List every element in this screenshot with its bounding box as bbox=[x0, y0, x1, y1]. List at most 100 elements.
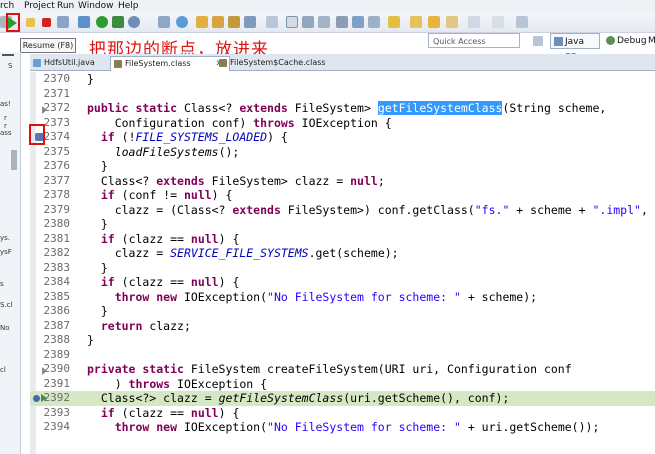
show-source-icon[interactable] bbox=[336, 16, 348, 28]
menu-bar: rch Project Run Window Help bbox=[0, 0, 655, 13]
code-line: 2372 public static Class<? extends FileSy… bbox=[43, 101, 607, 115]
open-folder-icon[interactable] bbox=[212, 16, 224, 28]
code-line: 2387 return clazz; bbox=[43, 318, 191, 333]
class-file-icon bbox=[219, 59, 227, 67]
prev-annotation-icon[interactable] bbox=[410, 16, 422, 28]
code-text: Class<? extends FileSystem> clazz = null… bbox=[87, 173, 385, 188]
menu-run[interactable]: Run bbox=[57, 0, 74, 13]
debug-toolbar bbox=[0, 13, 655, 33]
toggle-breadcrumb-icon[interactable] bbox=[286, 16, 298, 28]
menu-search[interactable]: rch bbox=[0, 0, 14, 13]
fold-marker-icon[interactable] bbox=[42, 367, 47, 375]
web-browser-icon[interactable] bbox=[176, 16, 188, 28]
menu-help[interactable]: Help bbox=[118, 0, 139, 13]
disconnect-icon[interactable] bbox=[57, 16, 69, 28]
open-perspective-icon bbox=[533, 35, 543, 46]
perspective-java-ee[interactable]: Java EE bbox=[550, 33, 600, 63]
pin-editor-icon[interactable] bbox=[368, 16, 380, 28]
search-icon[interactable] bbox=[244, 16, 256, 28]
code-editor[interactable]: 2370} 2371 2372 public static Class<? ext… bbox=[30, 72, 655, 454]
code-text: if (clazz == null) { bbox=[100, 405, 240, 420]
code-line: 2371 bbox=[43, 86, 71, 100]
code-line: 2380 } bbox=[43, 217, 108, 231]
terminate-icon[interactable] bbox=[42, 18, 51, 27]
code-line: 2394 throw new IOException("No FileSyste… bbox=[43, 420, 600, 434]
left-fragment: No bbox=[0, 324, 10, 332]
scrollbar-thumb[interactable] bbox=[11, 150, 17, 170]
forward-dropdown-icon[interactable] bbox=[492, 16, 504, 28]
code-text: if (conf != null) { bbox=[100, 188, 233, 202]
left-fragment: ass bbox=[0, 129, 12, 137]
suspend-icon[interactable] bbox=[26, 18, 35, 27]
tab-filesystem-class[interactable]: FileSystem.class ✕ bbox=[110, 56, 230, 71]
code-line: 2377 Class<? extends FileSystem> clazz =… bbox=[43, 173, 385, 188]
perspective-more[interactable]: M bbox=[648, 33, 655, 49]
code-text: public static Class<? extends FileSystem… bbox=[87, 101, 607, 115]
fold-marker-icon[interactable] bbox=[42, 106, 47, 114]
code-line: 2393 if (clazz == null) { bbox=[43, 405, 240, 420]
instruction-pointer-icon bbox=[41, 394, 47, 402]
perspective-debug[interactable]: Debug bbox=[603, 33, 647, 49]
code-text: if (clazz == null) { bbox=[100, 275, 240, 289]
quick-access-input[interactable]: Quick Access bbox=[428, 33, 520, 48]
open-perspective-button[interactable] bbox=[533, 33, 543, 49]
debug-perspective-icon bbox=[606, 36, 615, 45]
current-instruction-line: 2392 Class<?> clazz = getFileSystemClass… bbox=[30, 391, 655, 406]
minimize-icon[interactable] bbox=[516, 16, 528, 28]
tab-label: FileSystem$Cache.class bbox=[230, 58, 326, 67]
tab-label: FileSystem.class bbox=[125, 59, 191, 68]
java-file-icon bbox=[33, 59, 41, 67]
external-tools-icon[interactable] bbox=[128, 16, 140, 28]
code-line: 2375 loadFileSystems(); bbox=[43, 144, 240, 159]
run-icon[interactable] bbox=[96, 16, 108, 28]
toggle-mark-icon[interactable] bbox=[266, 16, 278, 28]
code-line: 2378 if (conf != null) { bbox=[43, 188, 233, 202]
code-line: 2379 clazz = (Class<? extends FileSystem… bbox=[30, 203, 655, 218]
code-line: 2376 } bbox=[43, 159, 108, 173]
breakpoint-dot-icon[interactable] bbox=[33, 395, 40, 402]
last-edit-location-icon[interactable] bbox=[428, 16, 440, 28]
code-line: 2373 Configuration conf) throws IOExcept… bbox=[43, 115, 392, 130]
show-whitespace-icon[interactable] bbox=[302, 16, 314, 28]
toggle-java-icon[interactable] bbox=[352, 16, 364, 28]
java-ee-icon bbox=[554, 37, 563, 46]
open-task-icon[interactable] bbox=[228, 16, 240, 28]
block-selection-icon[interactable] bbox=[318, 16, 330, 28]
forward-icon[interactable] bbox=[468, 16, 480, 28]
code-text: Class<?> clazz = getFileSystemClass(uri.… bbox=[87, 391, 510, 405]
code-line: 2374 if (!FILE_SYSTEMS_LOADED) { bbox=[43, 130, 288, 144]
next-annotation-icon[interactable] bbox=[388, 16, 400, 28]
run-dropdown-icon[interactable] bbox=[112, 16, 124, 28]
code-text: loadFileSystems(); bbox=[114, 144, 240, 159]
code-text: return clazz; bbox=[100, 318, 191, 333]
back-icon[interactable] bbox=[446, 16, 458, 28]
code-text: clazz = (Class<? extends FileSystem>) co… bbox=[87, 202, 655, 217]
new-server-icon[interactable] bbox=[158, 16, 170, 28]
menu-project[interactable]: Project bbox=[24, 0, 55, 13]
code-line: 2386 } bbox=[43, 304, 108, 318]
code-line: 2384 if (clazz == null) { bbox=[43, 275, 240, 289]
debug-run-icon[interactable] bbox=[78, 16, 90, 28]
breakpoint-highlight-box bbox=[29, 124, 45, 145]
code-line: 2383 } bbox=[43, 260, 108, 275]
editor-tab-bar: HdfsUtil.java FileSystem.class ✕ FileSys… bbox=[30, 54, 655, 71]
left-fragment: S bbox=[8, 62, 13, 70]
code-line: 2381 if (clazz == null) { bbox=[43, 231, 240, 246]
open-type-icon[interactable] bbox=[196, 16, 208, 28]
code-line: 2385 throw new IOException("No FileSyste… bbox=[43, 289, 538, 304]
tab-filesystem-cache-class[interactable]: FileSystem$Cache.class bbox=[216, 56, 348, 70]
left-fragment: ys. bbox=[0, 234, 11, 242]
left-fragment: r bbox=[4, 114, 7, 122]
code-line: 2389 bbox=[43, 347, 71, 361]
left-fragment: cl bbox=[0, 366, 6, 374]
minimize-icon[interactable] bbox=[2, 54, 14, 56]
class-file-icon bbox=[114, 60, 122, 68]
left-view-pane: S as! r r ass ys. ysF s S.cl No cl bbox=[0, 52, 21, 454]
menu-window[interactable]: Window bbox=[78, 0, 114, 13]
code-text: ) throws IOException { bbox=[87, 376, 268, 391]
perspective-debug-label: Debug bbox=[617, 36, 647, 46]
code-text: private static FileSystem createFileSyst… bbox=[87, 362, 572, 376]
code-line: 2390 private static FileSystem createFile… bbox=[43, 362, 572, 376]
code-text: throw new IOException("No FileSystem for… bbox=[114, 420, 600, 434]
code-text: Configuration conf) throws IOException { bbox=[87, 115, 392, 130]
